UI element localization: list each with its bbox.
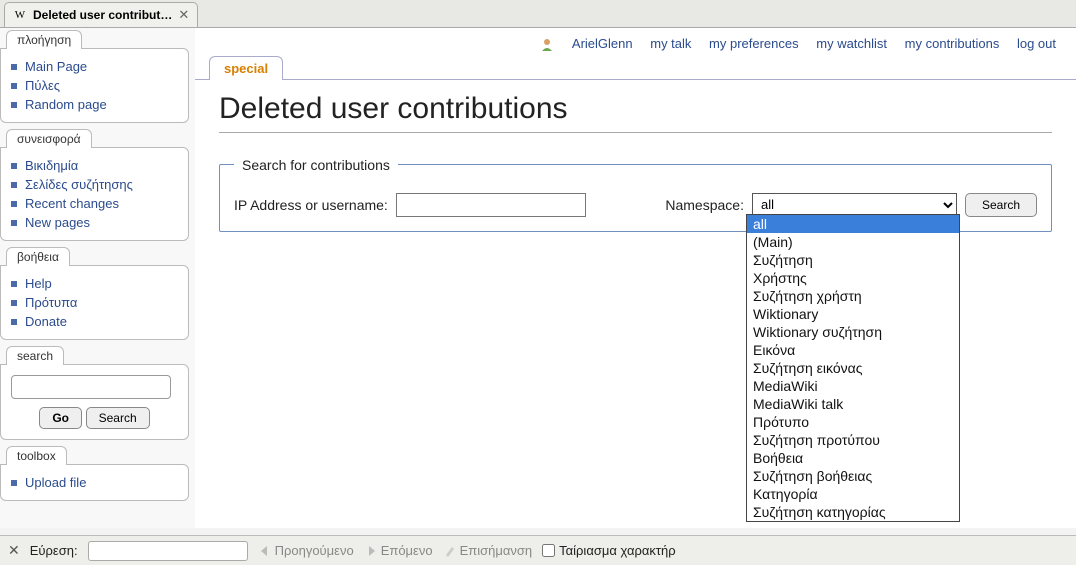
nav-item[interactable]: Recent changes xyxy=(11,194,182,213)
find-input[interactable] xyxy=(88,541,248,561)
user-link-talk[interactable]: my talk xyxy=(650,36,691,51)
namespace-option[interactable]: (Main) xyxy=(747,233,959,251)
portlet-contribute: συνεισφορά Βικιδημία Σελίδες συζήτησης R… xyxy=(0,129,189,241)
namespace-option[interactable]: Κατηγορία xyxy=(747,485,959,503)
search-submit-button[interactable]: Search xyxy=(965,193,1037,217)
nav-item[interactable]: Βικιδημία xyxy=(11,156,182,175)
find-next-button[interactable]: Επόμενο xyxy=(364,543,433,558)
portlet-header: συνεισφορά xyxy=(6,129,92,148)
namespace-option[interactable]: Βοήθεια xyxy=(747,449,959,467)
namespace-select[interactable]: all xyxy=(752,193,957,217)
user-links: ArielGlenn my talk my preferences my wat… xyxy=(195,28,1076,56)
namespace-option[interactable]: Wiktionary xyxy=(747,305,959,323)
namespace-dropdown-list: all (Main) Συζήτηση Χρήστης Συζήτηση χρή… xyxy=(746,214,960,522)
namespace-option[interactable]: Εικόνα xyxy=(747,341,959,359)
nav-item[interactable]: New pages xyxy=(11,213,182,232)
ip-username-input[interactable] xyxy=(396,193,586,217)
namespace-option[interactable]: all xyxy=(747,215,959,233)
nav-item[interactable]: Help xyxy=(11,274,182,293)
portlet-header: toolbox xyxy=(6,446,67,465)
namespace-option[interactable]: Συζήτηση xyxy=(747,251,959,269)
arrow-left-icon xyxy=(258,544,272,558)
form-legend: Search for contributions xyxy=(234,157,398,173)
ip-username-label: IP Address or username: xyxy=(234,197,388,213)
highlight-icon xyxy=(443,544,457,558)
namespace-option[interactable]: Συζήτηση βοήθειας xyxy=(747,467,959,485)
match-case-checkbox[interactable]: Ταίριασμα χαρακτήρ xyxy=(542,543,676,558)
user-link-contributions[interactable]: my contributions xyxy=(905,36,1000,51)
find-bar: ✕ Εύρεση: Προηγούμενο Επόμενο Επισήμανση… xyxy=(0,535,1076,565)
user-link-watchlist[interactable]: my watchlist xyxy=(816,36,887,51)
portlet-help: βοήθεια Help Πρότυπα Donate xyxy=(0,247,189,340)
arrow-right-icon xyxy=(364,544,378,558)
nav-item[interactable]: Σελίδες συζήτησης xyxy=(11,175,182,194)
go-button[interactable]: Go xyxy=(39,407,82,429)
search-button[interactable]: Search xyxy=(86,407,150,429)
nav-item[interactable]: Random page xyxy=(11,95,182,114)
portlet-search: search Go Search xyxy=(0,346,189,440)
portlet-toolbox: toolbox Upload file xyxy=(0,446,189,501)
nav-item[interactable]: Donate xyxy=(11,312,182,331)
browser-tab-bar: W Deleted user contribut… ✕ xyxy=(0,0,1076,28)
tab-special[interactable]: special xyxy=(209,56,283,80)
portlet-navigation: πλοήγηση Main Page Πύλες Random page xyxy=(0,30,189,123)
namespace-option[interactable]: Συζήτηση εικόνας xyxy=(747,359,959,377)
namespace-option[interactable]: MediaWiki xyxy=(747,377,959,395)
namespace-option[interactable]: Συζήτηση χρήστη xyxy=(747,287,959,305)
page-title: Deleted user contributions xyxy=(219,92,1052,133)
nav-item[interactable]: Πύλες xyxy=(11,76,182,95)
match-case-input[interactable] xyxy=(542,544,555,557)
namespace-option[interactable]: Πρότυπο xyxy=(747,413,959,431)
user-link-username[interactable]: ArielGlenn xyxy=(572,36,633,51)
user-link-preferences[interactable]: my preferences xyxy=(709,36,799,51)
portlet-header: πλοήγηση xyxy=(6,30,82,49)
sidebar: πλοήγηση Main Page Πύλες Random page συν… xyxy=(0,28,195,528)
browser-tab[interactable]: W Deleted user contribut… ✕ xyxy=(4,2,198,27)
namespace-label: Namespace: xyxy=(665,197,744,213)
sidebar-search-input[interactable] xyxy=(11,375,171,399)
user-link-logout[interactable]: log out xyxy=(1017,36,1056,51)
nav-item[interactable]: Πρότυπα xyxy=(11,293,182,312)
namespace-option[interactable]: Συζήτηση κατηγορίας xyxy=(747,503,959,521)
namespace-option[interactable]: Συζήτηση προτύπου xyxy=(747,431,959,449)
namespace-option[interactable]: MediaWiki talk xyxy=(747,395,959,413)
find-prev-button[interactable]: Προηγούμενο xyxy=(258,543,354,558)
nav-item[interactable]: Upload file xyxy=(11,473,182,492)
namespace-option[interactable]: Wiktionary συζήτηση xyxy=(747,323,959,341)
user-icon xyxy=(540,38,554,52)
portlet-header: βοήθεια xyxy=(6,247,70,266)
wikipedia-icon: W xyxy=(13,8,27,22)
portlet-header: search xyxy=(6,346,64,365)
nav-item[interactable]: Main Page xyxy=(11,57,182,76)
namespace-option[interactable]: Χρήστης xyxy=(747,269,959,287)
close-find-icon[interactable]: ✕ xyxy=(8,542,20,559)
content-tabs: special xyxy=(209,56,1076,80)
find-highlight-button[interactable]: Επισήμανση xyxy=(443,543,533,558)
tab-title: Deleted user contribut… xyxy=(33,8,172,22)
close-tab-icon[interactable]: ✕ xyxy=(178,7,189,23)
find-label: Εύρεση: xyxy=(30,543,78,558)
